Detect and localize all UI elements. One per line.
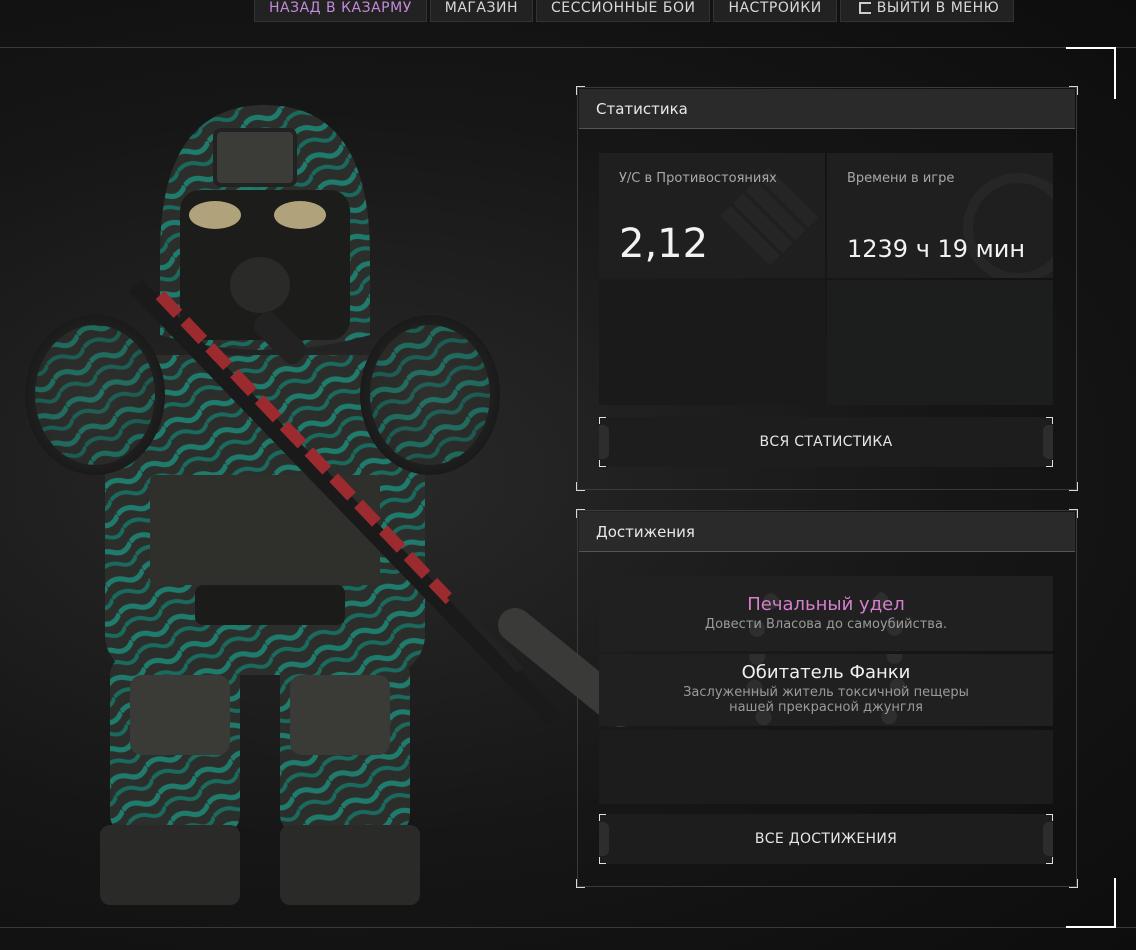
statistics-panel: Статистика У/С в Противостояниях 2,12 Вр…: [576, 86, 1078, 491]
achievement-title: Обитатель Фанки: [741, 662, 911, 683]
tab-exit-to-menu[interactable]: ВЫЙТИ В МЕНЮ: [839, 0, 1015, 22]
tab-back-to-barracks[interactable]: НАЗАД В КАЗАРМУ: [254, 0, 427, 22]
stat-card-empty-2: [827, 280, 1053, 405]
tab-shop[interactable]: МАГАЗИН: [429, 0, 533, 22]
all-achievements-button[interactable]: ВСЕ ДОСТИЖЕНИЯ: [599, 814, 1053, 864]
character-model: [25, 105, 630, 905]
stat-card-playtime: Времени в игре 1239 ч 19 мин: [827, 153, 1053, 278]
achievements-header: Достижения: [579, 512, 1075, 552]
stat-card-empty-1: [599, 280, 825, 405]
achievement-empty-slot: [599, 730, 1053, 804]
achievement-desc: Заслуженный житель токсичной пещеры наше…: [683, 685, 969, 715]
tab-settings[interactable]: НАСТРОЙКИ: [713, 0, 837, 22]
exit-icon: [858, 2, 871, 14]
top-nav: НАЗАД В КАЗАРМУ МАГАЗИН СЕССИОННЫЕ БОИ Н…: [254, 0, 1015, 22]
tab-session-battles[interactable]: СЕССИОННЫЕ БОИ: [535, 0, 711, 22]
stat-card-kd: У/С в Противостояниях 2,12: [599, 153, 825, 278]
top-divider: [0, 47, 1136, 48]
frame-corner-top: [1066, 47, 1116, 99]
all-stats-button[interactable]: ВСЯ СТАТИСТИКА: [599, 417, 1053, 467]
achievement-item[interactable]: Обитатель Фанки Заслуженный житель токси…: [599, 654, 1053, 726]
playtime-value: 1239 ч 19 мин: [847, 235, 1026, 263]
frame-corner-bottom: [1066, 878, 1116, 928]
achievement-title: Печальный удел: [747, 594, 905, 615]
statistics-header: Статистика: [579, 89, 1075, 129]
achievement-desc: Довести Власова до самоубийства.: [704, 617, 948, 632]
kd-value: 2,12: [619, 221, 709, 267]
bottom-divider: [0, 927, 1136, 928]
achievements-panel: Достижения Печальный удел Довести Власов…: [576, 509, 1078, 888]
achievement-item[interactable]: Печальный удел Довести Власова до самоуб…: [599, 576, 1053, 651]
